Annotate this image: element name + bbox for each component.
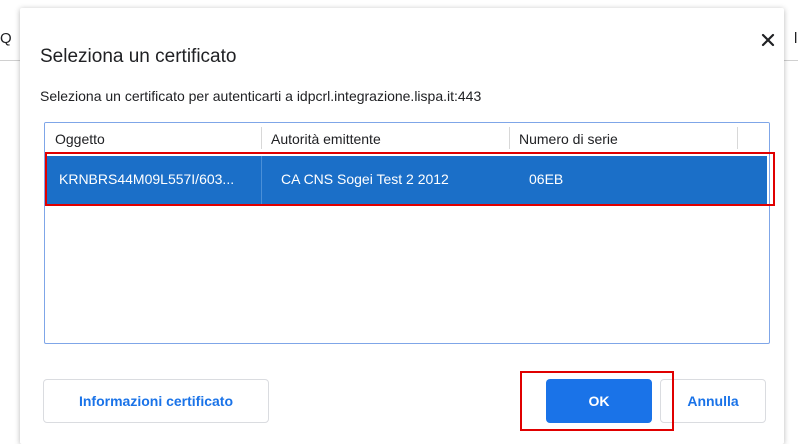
background-divider-left	[0, 60, 20, 61]
certificate-info-button[interactable]: Informazioni certificato	[43, 379, 269, 423]
close-icon	[761, 33, 775, 47]
cell-subject: KRNBRS44M09L557I/603...	[59, 171, 235, 187]
dialog-title: Seleziona un certificato	[40, 46, 237, 67]
background-divider-right	[784, 60, 798, 61]
column-header-subject[interactable]: Oggetto	[55, 131, 105, 147]
background-page-left	[0, 0, 20, 444]
cell-divider	[261, 156, 262, 204]
dialog-description: Seleziona un certificato per autenticart…	[40, 88, 482, 104]
table-header: Oggetto Autorità emittente Numero di ser…	[45, 123, 769, 153]
column-header-issuer[interactable]: Autorità emittente	[271, 131, 381, 147]
column-divider[interactable]	[261, 127, 262, 149]
column-divider[interactable]	[509, 127, 510, 149]
column-divider[interactable]	[737, 127, 738, 149]
ok-button[interactable]: OK	[546, 379, 652, 423]
cell-issuer: CA CNS Sogei Test 2 2012	[281, 171, 449, 187]
table-row-selected[interactable]: KRNBRS44M09L557I/603... CA CNS Sogei Tes…	[47, 156, 767, 204]
certificate-list[interactable]: Oggetto Autorità emittente Numero di ser…	[44, 122, 770, 344]
certificate-dialog: Seleziona un certificato Seleziona un ce…	[20, 8, 784, 444]
cancel-button[interactable]: Annulla	[660, 379, 766, 423]
column-header-serial[interactable]: Numero di serie	[519, 131, 618, 147]
cell-serial: 06EB	[529, 171, 564, 187]
close-button[interactable]	[758, 30, 778, 50]
background-text-right: lo	[794, 30, 798, 47]
background-text-left: Q	[0, 30, 12, 47]
